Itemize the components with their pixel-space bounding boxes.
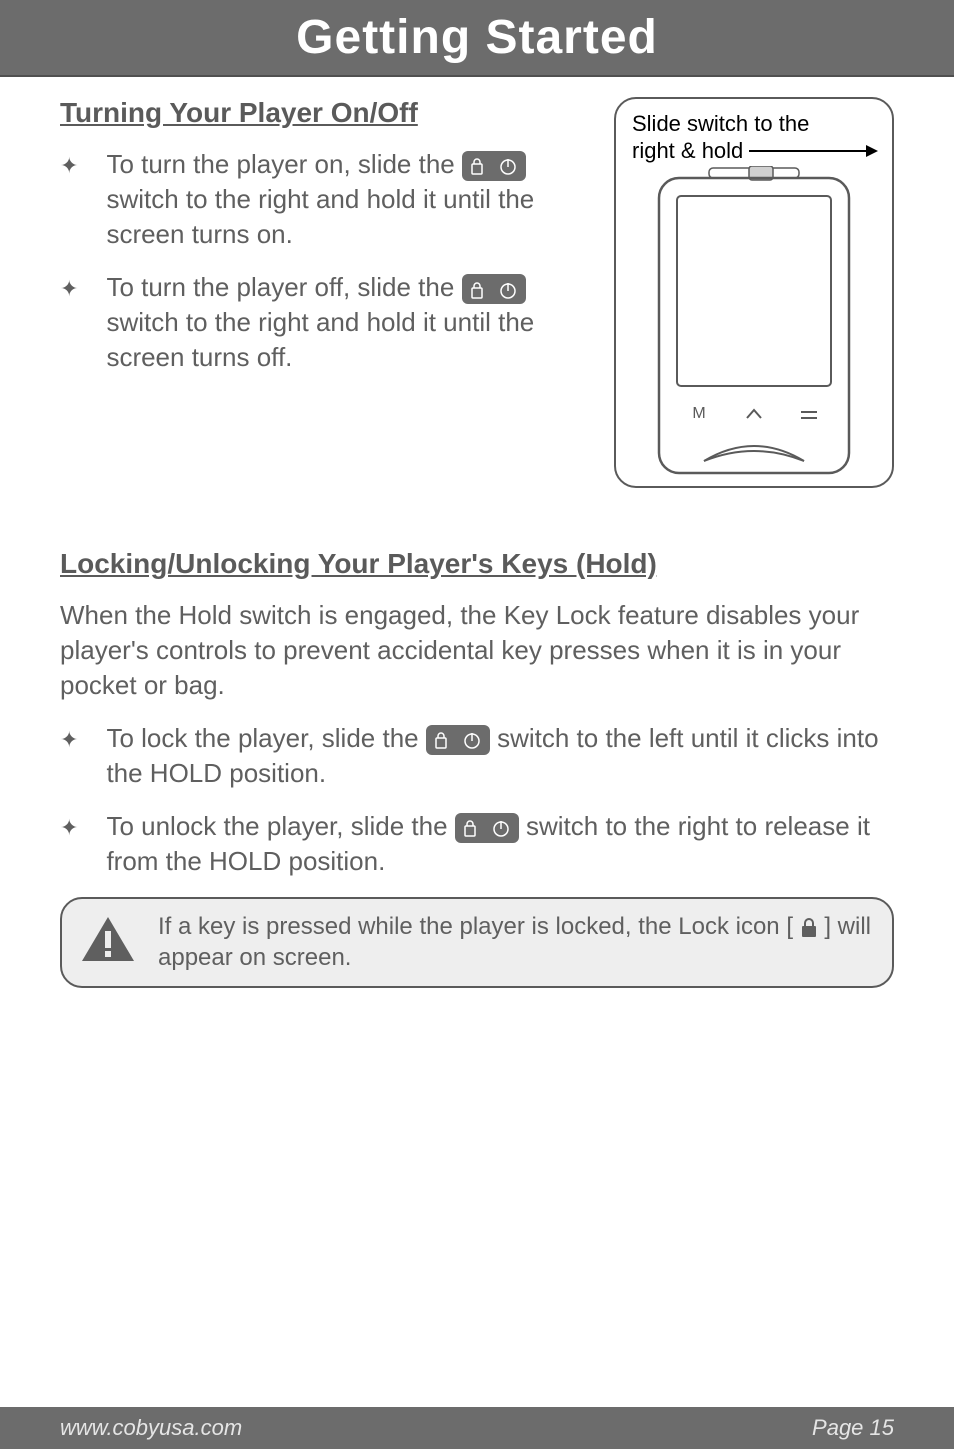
bullet1-text-pre: To turn the player on, slide the — [106, 149, 462, 179]
bullet-item: ✦ To turn the player off, slide the swit… — [60, 270, 594, 375]
note-text-pre: If a key is pressed while the player is … — [158, 913, 800, 940]
star-bullet-icon: ✦ — [60, 809, 78, 879]
page-title: Getting Started — [0, 10, 954, 65]
page-footer: www.cobyusa.com Page 15 — [0, 1407, 954, 1449]
note-box: If a key is pressed while the player is … — [60, 897, 894, 987]
bullet-item: ✦ To unlock the player, slide the switch… — [60, 809, 894, 879]
bullet1-text-post: switch to the right and hold it until th… — [106, 184, 534, 249]
section2-paragraph: When the Hold switch is engaged, the Key… — [60, 598, 894, 703]
lock-power-switch-icon — [462, 151, 526, 181]
arrow-right-icon — [749, 150, 876, 152]
lock-power-switch-icon — [462, 274, 526, 304]
lock-icon — [800, 913, 825, 940]
player-device-illustration: M — [649, 166, 859, 476]
device-diagram: Slide switch to the right & hold M — [614, 97, 894, 488]
svg-text:M: M — [692, 405, 705, 422]
diagram-label-line2: right & hold — [632, 138, 743, 163]
bullet2-text-pre: To turn the player off, slide the — [106, 272, 461, 302]
footer-url: www.cobyusa.com — [60, 1415, 242, 1441]
warning-icon — [80, 915, 136, 970]
bullet3-text-pre: To lock the player, slide the — [106, 723, 425, 753]
star-bullet-icon: ✦ — [60, 147, 78, 252]
content-area: Turning Your Player On/Off ✦ To turn the… — [0, 77, 954, 1407]
bullet4-text-pre: To unlock the player, slide the — [106, 811, 454, 841]
title-bar: Getting Started — [0, 0, 954, 77]
bullet-item: ✦ To turn the player on, slide the switc… — [60, 147, 594, 252]
bullet-item: ✦ To lock the player, slide the switch t… — [60, 721, 894, 791]
lock-power-switch-icon — [455, 813, 519, 843]
star-bullet-icon: ✦ — [60, 270, 78, 375]
footer-page: Page 15 — [812, 1415, 894, 1441]
section2-heading: Locking/Unlocking Your Player's Keys (Ho… — [60, 548, 894, 580]
bullet2-text-post: switch to the right and hold it until th… — [106, 307, 534, 372]
section1-heading: Turning Your Player On/Off — [60, 97, 594, 129]
diagram-label-line1: Slide switch to the — [632, 111, 876, 136]
star-bullet-icon: ✦ — [60, 721, 78, 791]
lock-power-switch-icon — [426, 725, 490, 755]
